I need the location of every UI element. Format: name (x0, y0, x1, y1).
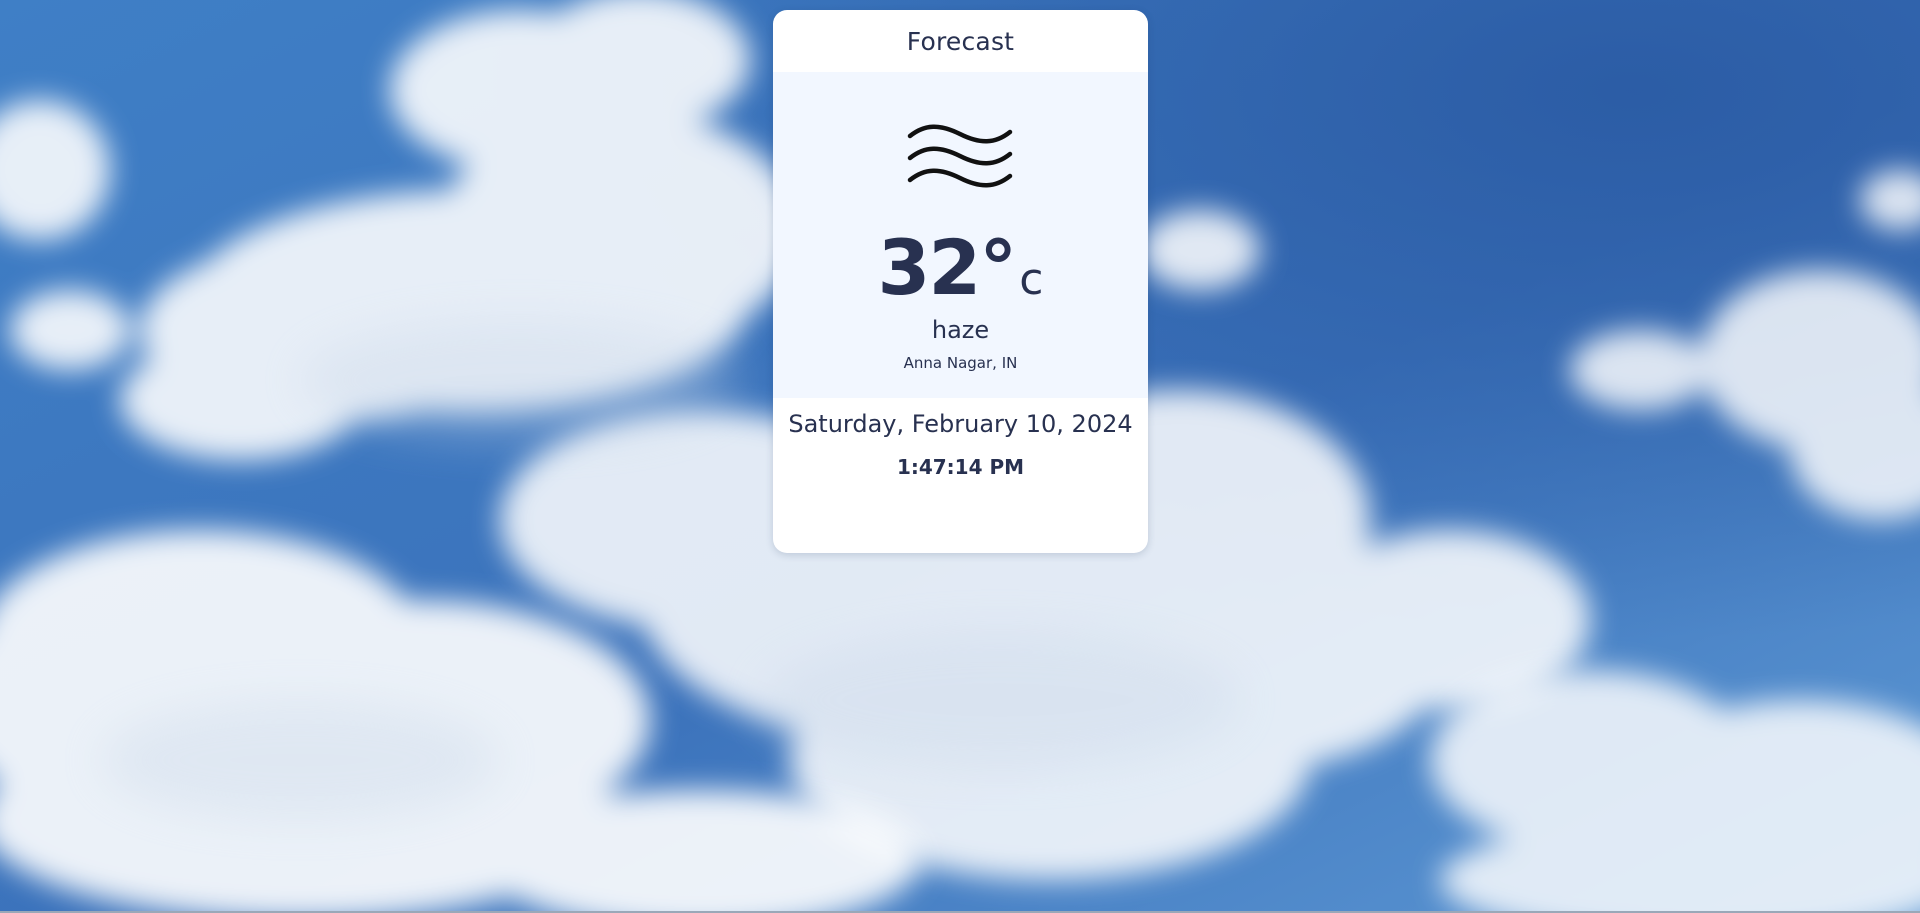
temperature-value: 32° (877, 223, 1018, 312)
current-weather-panel: 32°c haze Anna Nagar, IN (773, 72, 1148, 398)
card-title: Forecast (906, 26, 1015, 56)
location-label: Anna Nagar, IN (903, 354, 1018, 372)
weather-condition: haze (931, 316, 990, 344)
temperature: 32°c (773, 230, 1148, 306)
haze-icon (907, 124, 1013, 188)
current-time: 1:47:14 PM (896, 455, 1025, 479)
temperature-unit: c (1019, 254, 1044, 305)
date-time-section: Saturday, February 10, 2024 1:47:14 PM (773, 398, 1148, 482)
forecast-card: Forecast 32°c haze Anna Nagar, IN Saturd… (773, 10, 1148, 553)
current-date: Saturday, February 10, 2024 (788, 410, 1133, 438)
